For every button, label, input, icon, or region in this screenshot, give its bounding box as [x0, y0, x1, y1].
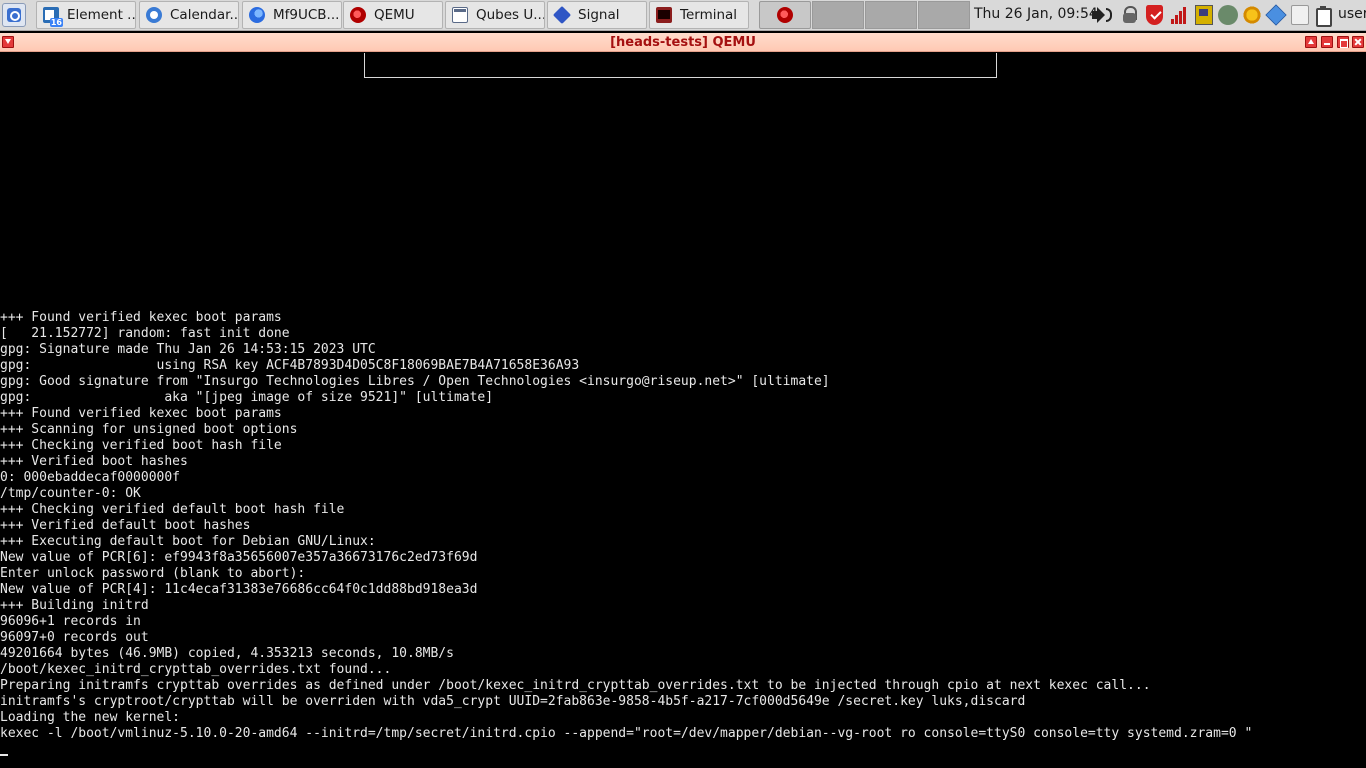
console-line: [ 21.152772] random: fast init done [0, 326, 290, 341]
task-qemu[interactable]: QEMU [343, 1, 443, 29]
task-label: Calendar... [170, 7, 239, 23]
console-line: 0: 000ebaddecaf0000000f [0, 470, 181, 485]
console-line: gpg: aka "[jpeg image of size 9521]" [ul… [0, 390, 494, 405]
element-icon: 16 [43, 7, 63, 27]
task-label: Element ... [67, 7, 136, 23]
console-line: kexec -l /boot/vmlinuz-5.10.0-20-amd64 -… [0, 726, 1253, 741]
qubes-menu-icon[interactable] [2, 3, 26, 27]
console-line: +++ Checking verified boot hash file [0, 438, 282, 453]
console-line: 49201664 bytes (46.9MB) copied, 4.353213… [0, 646, 454, 661]
signal-bars-icon[interactable] [1170, 5, 1190, 25]
task-label: Terminal [680, 7, 738, 23]
task-terminal[interactable]: Terminal [649, 1, 749, 29]
console-line: Preparing initramfs crypttab overrides a… [0, 678, 1151, 693]
task-label: QEMU [374, 7, 415, 23]
task-qemu-active[interactable] [759, 1, 811, 29]
console-line: +++ Verified boot hashes [0, 454, 188, 469]
task-label: Signal [578, 7, 620, 23]
task-qubes[interactable]: Qubes U... [445, 1, 545, 29]
console-output: +++ Found verified kexec boot params[ 21… [0, 310, 1366, 758]
task-label: Qubes U... [476, 7, 545, 23]
weather-icon[interactable] [1242, 5, 1262, 25]
clock[interactable]: Thu 26 Jan, 09:54 [974, 6, 1098, 22]
console-line: New value of PCR[4]: 11c4ecaf31383e76686… [0, 582, 478, 597]
console-line: +++ Found verified kexec boot params [0, 406, 282, 421]
close-button[interactable] [1352, 36, 1364, 48]
console-line: +++ Checking verified default boot hash … [0, 502, 345, 517]
taskbar-empty-slot[interactable] [812, 1, 864, 29]
terminal-icon [656, 7, 672, 23]
task-element[interactable]: 16 Element ... [36, 1, 136, 29]
minimize-button[interactable] [1321, 36, 1333, 48]
signal-icon [552, 5, 572, 25]
console-line: +++ Building initrd [0, 598, 149, 613]
calendar-icon [146, 7, 162, 23]
qube-cube-icon[interactable] [1265, 4, 1287, 26]
console-line: gpg: using RSA key ACF4B7893D4D05C8F1806… [0, 358, 580, 373]
console-line: 96097+0 records out [0, 630, 149, 645]
clipboard-icon[interactable] [1313, 5, 1333, 27]
firefox-icon [249, 7, 265, 23]
console-line: +++ Verified default boot hashes [0, 518, 251, 533]
console-line: /boot/kexec_initrd_crypttab_overrides.tx… [0, 662, 392, 677]
maximize-button[interactable] [1337, 36, 1349, 48]
qemu-console[interactable]: +++ Found verified kexec boot params[ 21… [0, 53, 1366, 768]
lock-icon[interactable] [1120, 5, 1140, 25]
window-title: [heads-tests] QEMU [610, 35, 756, 50]
document-icon[interactable] [1291, 5, 1309, 25]
qemu-icon [350, 7, 366, 23]
console-line: Loading the new kernel: [0, 710, 181, 725]
console-line: +++ Scanning for unsigned boot options [0, 422, 298, 437]
console-line: /tmp/counter-0: OK [0, 486, 141, 501]
user-label[interactable]: user [1338, 6, 1366, 22]
console-line: +++ Found verified kexec boot params [0, 310, 282, 325]
network-icon[interactable] [1195, 5, 1213, 25]
task-signal[interactable]: Signal [547, 1, 647, 29]
shade-button[interactable] [1305, 36, 1317, 48]
window-titlebar[interactable]: [heads-tests] QEMU [0, 33, 1366, 52]
console-line: gpg: Good signature from "Insurgo Techno… [0, 374, 830, 389]
console-line: gpg: Signature made Thu Jan 26 14:53:15 … [0, 342, 376, 357]
qubes-icon [452, 7, 468, 23]
console-line: 96096+1 records in [0, 614, 141, 629]
console-cursor-line [0, 742, 1366, 758]
console-line: initramfs's cryptroot/crypttab will be o… [0, 694, 1026, 709]
qemu-icon [777, 7, 793, 23]
framebuffer-box [364, 53, 997, 78]
volume-icon[interactable] [1091, 5, 1112, 25]
taskbar: 16 Element ... Calendar... Mf9UCB... QEM… [0, 0, 1366, 31]
taskbar-empty-slot[interactable] [865, 1, 917, 29]
task-label: Mf9UCB... [273, 7, 340, 23]
task-firefox[interactable]: Mf9UCB... [242, 1, 342, 29]
console-line: Enter unlock password (blank to abort): [0, 566, 306, 581]
taskbar-empty-slot[interactable] [918, 1, 970, 29]
text-cursor [0, 754, 8, 756]
settings-icon[interactable] [1218, 5, 1238, 25]
shield-icon[interactable] [1146, 5, 1163, 25]
console-line: New value of PCR[6]: ef9943f8a35656007e3… [0, 550, 478, 565]
task-calendar[interactable]: Calendar... [139, 1, 239, 29]
console-line: +++ Executing default boot for Debian GN… [0, 534, 376, 549]
